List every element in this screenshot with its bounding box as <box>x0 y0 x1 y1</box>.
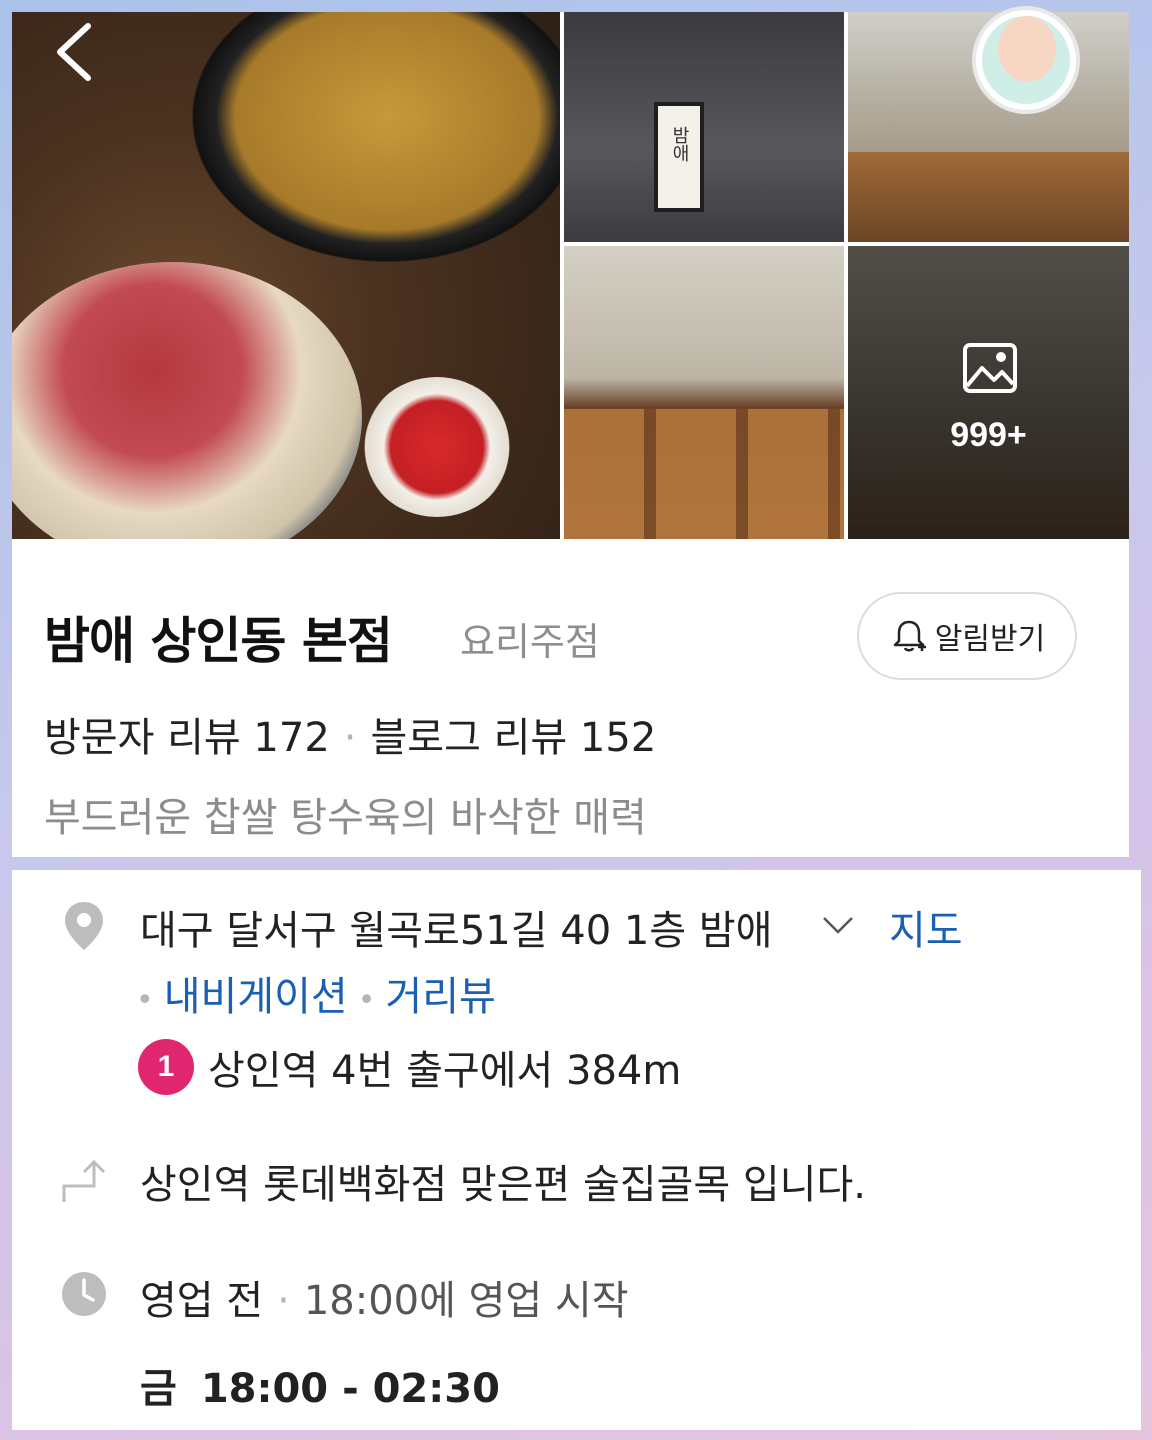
business-status[interactable]: 영업 전 · 18:00에 영업 시작 <box>140 1268 629 1326</box>
hotpot-image <box>192 12 560 262</box>
review-counts: 방문자 리뷰 172 · 블로그 리뷰 152 <box>44 705 656 763</box>
subway-info: 1 상인역 4번 출구에서 384m <box>138 1038 681 1096</box>
status-detail: 18:00에 영업 시작 <box>303 1278 629 1324</box>
main-photo[interactable] <box>12 12 560 539</box>
shop-sign: 밤애 <box>654 102 704 212</box>
separator-dot: • <box>136 983 154 1018</box>
separator-dot: · <box>277 1278 290 1324</box>
alarm-button-label: 알림받기 <box>934 622 1046 657</box>
navigation-link[interactable]: 내비게이션 <box>164 974 348 1020</box>
map-link[interactable]: 지도 <box>889 898 963 956</box>
address-text[interactable]: 대구 달서구 월곡로51길 40 1층 밤애 <box>140 898 772 956</box>
place-title: 밤애 상인동 본점 <box>44 612 393 670</box>
hours-time: 18:00 - 02:30 <box>200 1366 500 1412</box>
subway-text: 상인역 4번 출구에서 384m <box>208 1048 682 1094</box>
street-view-link[interactable]: 거리뷰 <box>385 974 495 1020</box>
more-photos-button[interactable]: 999+ <box>848 246 1129 539</box>
sauce-bowl-image <box>362 377 512 517</box>
avatar-face-icon <box>998 16 1056 82</box>
chevron-left-icon <box>57 23 91 81</box>
separator-dot: · <box>343 715 357 761</box>
tables-image <box>848 152 1129 242</box>
back-button[interactable] <box>52 22 102 82</box>
chevron-down-icon[interactable] <box>820 906 856 942</box>
address-links: • 내비게이션 • 거리뷰 <box>136 964 496 1022</box>
meat-plate-image <box>12 262 362 539</box>
alarm-button[interactable]: 알림받기 <box>857 592 1077 680</box>
separator-dot: • <box>357 983 376 1018</box>
interior-photo-sign[interactable]: 밤애 <box>564 12 844 242</box>
directions-arrow-icon <box>62 1159 106 1202</box>
hours-day: 금 <box>140 1366 177 1412</box>
place-category: 요리주점 <box>460 620 600 664</box>
blog-review-link[interactable]: 블로그 리뷰 152 <box>371 715 657 761</box>
location-pin-icon <box>65 902 103 950</box>
photo-gallery: 밤애 999+ <box>12 6 1129 539</box>
image-icon <box>963 343 1017 393</box>
business-hours: 금 18:00 - 02:30 <box>140 1356 500 1414</box>
sign-text: 밤애 <box>669 126 690 162</box>
visitor-review-link[interactable]: 방문자 리뷰 172 <box>44 715 330 761</box>
subway-line-badge: 1 <box>138 1039 194 1095</box>
chairs-image <box>564 409 844 539</box>
interior-photo-tables[interactable] <box>564 246 844 539</box>
status-label: 영업 전 <box>140 1278 264 1324</box>
place-details-card: 대구 달서구 월곡로51길 40 1층 밤애 지도 • 내비게이션 • 거리뷰 1 상… <box>12 870 1141 1430</box>
directions-text: 상인역 롯데백화점 맞은편 술집골목 입니다. <box>140 1162 866 1208</box>
place-description: 부드러운 찹쌀 탕수육의 바삭한 매력 <box>44 795 647 841</box>
place-info-card: 밤애 상인동 본점 요리주점 알림받기 방문자 리뷰 172 · 블로그 리뷰 15… <box>12 539 1129 857</box>
photo-count: 999+ <box>950 416 1027 454</box>
avatar[interactable] <box>972 6 1080 114</box>
bell-plus-icon <box>893 620 926 652</box>
clock-icon <box>62 1272 106 1316</box>
